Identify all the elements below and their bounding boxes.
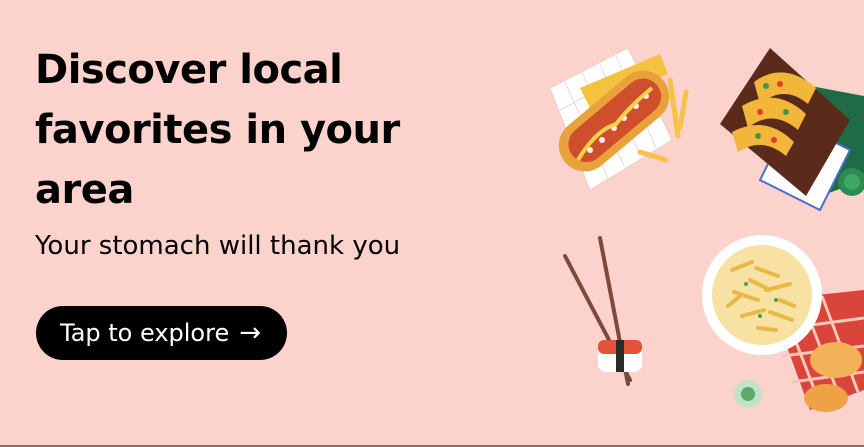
pasta-plate-icon [702, 235, 864, 410]
tap-to-explore-button[interactable]: Tap to explore → [36, 306, 288, 360]
hot-dog-icon [549, 47, 689, 191]
dip-bowl-icon [734, 380, 762, 408]
arrow-right-icon: → [239, 318, 262, 348]
banner-subhead: Your stomach will thank you [35, 231, 401, 261]
banner-headline: Discover local favorites in your area [35, 47, 400, 213]
tacos-icon [720, 48, 864, 212]
food-illustration [549, 47, 864, 412]
sushi-icon [598, 340, 642, 372]
cta-label: Tap to explore [60, 319, 230, 347]
promo-banner: Discover local favorites in your area Yo… [0, 0, 864, 447]
